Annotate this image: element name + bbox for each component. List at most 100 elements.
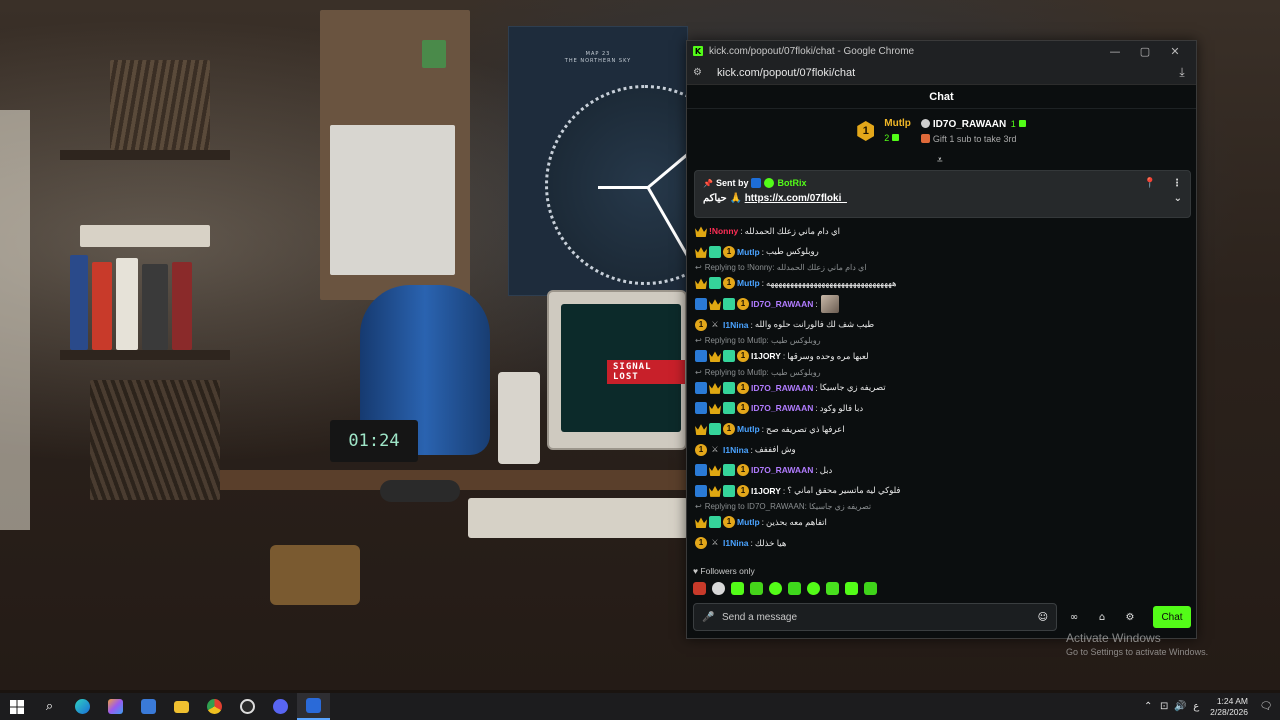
settings-gear-icon[interactable]: ⚙ [1119, 612, 1141, 623]
site-settings-icon[interactable]: ⚙ [693, 67, 709, 78]
chat-message[interactable]: 1 Mutlp: اتفاهم معه بحذين [695, 512, 1190, 533]
reply-context[interactable]: ↩ Replying to !Nonny: اي دام ماني زعلك ال… [695, 262, 1190, 273]
chat-message[interactable]: 1 ID7O_RAWAAN: دبا فالو وكود [695, 398, 1190, 419]
unpin-icon[interactable]: 📍 [1144, 178, 1156, 189]
window-titlebar[interactable]: K kick.com/popout/07floki/chat - Google … [687, 41, 1196, 61]
reply-context[interactable]: ↩ Replying to Mutlp: روبلوكس طيب [695, 367, 1190, 378]
leaderboard-second[interactable]: ID7O_RAWAAN 1 Gift 1 sub to take 3rd [920, 116, 1026, 146]
emote-icon[interactable] [826, 582, 839, 595]
chat-username[interactable]: I1Nina [723, 445, 749, 455]
username-colon: : [815, 403, 818, 414]
chat-username[interactable]: Mutlp [737, 247, 760, 257]
leaderboard-first-count-row: 2 [884, 130, 911, 145]
chat-username[interactable]: I1JORY [751, 351, 781, 361]
file-explorer-icon[interactable] [165, 693, 198, 720]
microsoft-store-icon[interactable] [132, 693, 165, 720]
emote-icon[interactable] [731, 582, 744, 595]
crown-badge-icon [695, 424, 707, 436]
chat-username[interactable]: ID7O_RAWAAN [751, 403, 813, 413]
address-bar[interactable]: ⚙ kick.com/popout/07floki/chat ⤓ [687, 61, 1196, 85]
chat-username[interactable]: Mutlp [737, 517, 760, 527]
infinity-icon[interactable]: ∞ [1063, 612, 1085, 623]
chat-message[interactable]: 1 Mutlp: ههههههههههههههههههههههههههههههههه [695, 273, 1190, 294]
crown-badge-icon [695, 247, 707, 258]
expand-pinned-icon[interactable]: ⌄ [1174, 193, 1182, 204]
chat-username[interactable]: ID7O_RAWAAN [751, 465, 813, 475]
discord-icon[interactable] [264, 693, 297, 720]
chat-username[interactable]: Mutlp [737, 278, 760, 288]
level-badge-icon: 1 [695, 443, 707, 456]
minimize-button[interactable]: — [1100, 45, 1130, 58]
reply-context[interactable]: ↩ Replying to ID7O_RAWAAN: تصريفه زي جاسي… [695, 501, 1190, 512]
more-options-icon[interactable]: ⋮ [1172, 178, 1182, 189]
chat-message[interactable]: 1 ⚔ I1Nina: طيب شف لك فالورانت حلوه والله [695, 314, 1190, 335]
chat-message[interactable]: 1 I1JORY: لعبها مره وحده وسرقها [695, 346, 1190, 367]
chat-message[interactable]: !Nonny: اي دام ماني زعلك الحمدلله [695, 221, 1190, 242]
send-chat-button[interactable]: Chat [1153, 606, 1191, 628]
emote-icon[interactable] [750, 582, 763, 595]
verified-icon [764, 178, 775, 188]
notifications-icon[interactable]: 🗨 [1258, 701, 1274, 712]
search-icon[interactable]: ⌕ [33, 693, 66, 720]
chevron-up-icon[interactable]: ⌃ [1140, 701, 1156, 712]
gift-badge-icon [723, 484, 735, 497]
close-button[interactable]: ✕ [1160, 45, 1190, 58]
active-app-icon[interactable] [297, 693, 330, 720]
collapse-leaderboard-icon[interactable]: ⩡ [937, 155, 943, 166]
chat-message[interactable]: 1 Mutlp: اعرفها ذي تصريفه صح [695, 419, 1190, 440]
emote-icon[interactable] [864, 582, 877, 595]
image-emote-icon[interactable] [820, 295, 839, 314]
reply-arrow-icon: ↩ [695, 335, 702, 345]
language-indicator[interactable]: ع [1188, 701, 1204, 712]
chat-username[interactable]: ID7O_RAWAAN [751, 299, 813, 309]
pinned-link[interactable]: https://x.com/07floki_ [745, 193, 847, 204]
emote-icon[interactable] [788, 582, 801, 595]
chat-username[interactable]: ID7O_RAWAAN [751, 383, 813, 393]
leaderboard-first[interactable]: Mutlp 2 [884, 117, 911, 145]
taskbar-clock[interactable]: 1:24 AM 2/28/2026 [1210, 696, 1248, 718]
chat-username[interactable]: Mutlp [737, 424, 760, 434]
download-icon[interactable]: ⤓ [1174, 65, 1190, 80]
chat-username[interactable]: I1JORY [751, 486, 781, 496]
network-icon[interactable]: ⊡ [1156, 701, 1172, 712]
chat-username[interactable]: I1Nina [723, 538, 749, 548]
crown-badge-icon [709, 486, 721, 497]
chat-message-text: تصريفه زي جاسيكا [819, 382, 886, 393]
chat-message[interactable]: 1 Mutlp: روبلوكس طيب [695, 242, 1190, 263]
emote-icon[interactable] [712, 582, 725, 595]
obs-icon[interactable] [231, 693, 264, 720]
chat-message[interactable]: 1 I1JORY: فلوكي ليه ماتسير محقق اماني ؟ [695, 481, 1190, 502]
edge-browser-icon[interactable] [66, 693, 99, 720]
copilot-icon[interactable] [99, 693, 132, 720]
maximize-button[interactable]: ▢ [1130, 45, 1160, 58]
emote-icon[interactable] [845, 582, 858, 595]
chrome-icon[interactable] [198, 693, 231, 720]
reply-arrow-icon: ↩ [695, 263, 702, 273]
wallpaper-shelf [60, 150, 230, 160]
chat-message[interactable]: 1 ⚔ I1Nina: وش افففف [695, 439, 1190, 460]
microphone-icon[interactable]: 🎤 [702, 612, 716, 623]
chat-message[interactable]: 1 ID7O_RAWAAN: دبل [695, 460, 1190, 481]
level-badge-icon: 1 [723, 423, 735, 436]
message-input[interactable]: 🎤 Send a message ☺ [693, 603, 1057, 631]
start-windows-icon[interactable] [0, 693, 33, 720]
emoji-picker-icon[interactable]: ☺ [1038, 612, 1048, 623]
store-icon[interactable]: ⌂ [1091, 612, 1113, 623]
bot-badge-icon [695, 298, 707, 311]
pinned-sender[interactable]: BotRix [777, 178, 806, 188]
emote-icon[interactable] [807, 582, 820, 595]
chat-username[interactable]: !Nonny [709, 226, 738, 236]
gift-leaderboard: 1 Mutlp 2 ID7O_RAWAAN 1 Gift 1 sub to ta… [687, 109, 1196, 166]
chat-message[interactable]: 1 ID7O_RAWAAN: [695, 294, 1190, 315]
message-input-placeholder[interactable]: Send a message [722, 612, 1038, 623]
emote-icon[interactable] [693, 582, 706, 595]
reply-context[interactable]: ↩ Replying to Mutlp: روبلوكس طيب [695, 335, 1190, 346]
chat-username[interactable]: I1Nina [723, 320, 749, 330]
chat-message-list[interactable]: !Nonny: اي دام ماني زعلك الحمدلله 1 Mutlp: ر… [695, 221, 1190, 561]
emote-icon[interactable] [769, 582, 782, 595]
chat-message[interactable]: 1 ID7O_RAWAAN: تصريفه زي جاسيكا [695, 378, 1190, 399]
volume-icon[interactable]: 🔊 [1172, 701, 1188, 712]
url-text[interactable]: kick.com/popout/07floki/chat [717, 67, 1174, 79]
username-colon: : [761, 278, 765, 289]
chat-message[interactable]: 1 ⚔ I1Nina: هيا خذلك [695, 533, 1190, 554]
